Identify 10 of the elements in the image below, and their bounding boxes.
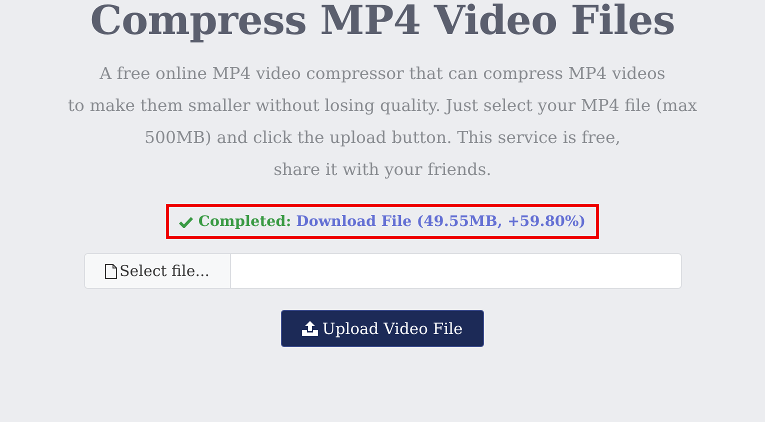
- completed-label: Completed:: [198, 213, 292, 230]
- upload-icon: [302, 321, 318, 336]
- file-icon: [104, 264, 116, 278]
- file-picker[interactable]: Select file...: [84, 253, 682, 289]
- upload-button[interactable]: Upload Video File: [281, 310, 484, 347]
- page-title: Compress MP4 Video Files: [90, 0, 675, 46]
- description-text: A free online MP4 video compressor that can compress MP4 videos to make them smaller without losing quality. Just select your MP4 file (max 500MB) and click the upload button. This service is free, share it with your friends.: [68, 63, 698, 181]
- download-link[interactable]: Download File (49.55MB, +59.80%): [296, 213, 586, 230]
- check-icon: [179, 216, 194, 228]
- select-file-button[interactable]: Select file...: [84, 254, 231, 288]
